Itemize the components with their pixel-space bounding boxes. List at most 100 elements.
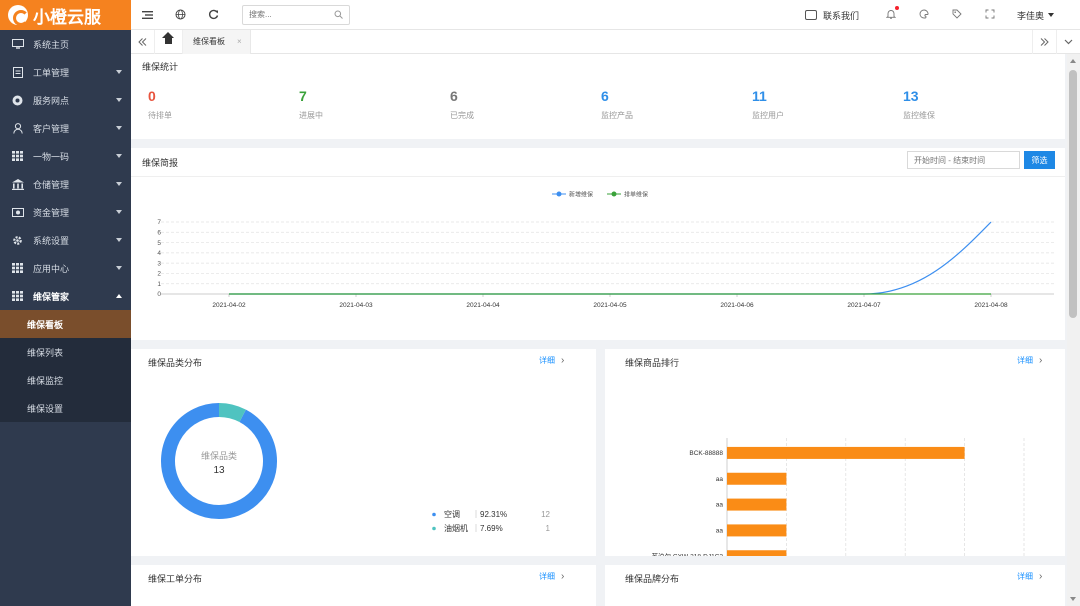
- stat-item[interactable]: 11 监控用户: [752, 88, 784, 121]
- y-category-label: BCK-88888: [689, 450, 723, 457]
- caret-down-icon: [116, 266, 122, 270]
- tab-menu-button[interactable]: [1056, 30, 1080, 54]
- bar[interactable]: [727, 472, 787, 485]
- pie-slice[interactable]: [161, 403, 277, 519]
- contact-us-button[interactable]: 联系我们: [804, 9, 859, 22]
- y-category-label: aa: [716, 502, 724, 509]
- submenu-item-settings[interactable]: 维保设置: [0, 394, 131, 422]
- stat-item[interactable]: 7 进展中: [299, 88, 323, 121]
- sidebar-item-finance[interactable]: 资金管理: [0, 198, 131, 226]
- user-name: 李佳奥: [1016, 10, 1044, 21]
- stat-value: 13: [903, 88, 919, 104]
- x-tick-label: 2021-04-04: [466, 302, 500, 309]
- ranking-panel: 维保商品排行 详细 › 012345BCK-88888aaaaaa苏泊尔 CXW…: [605, 349, 1065, 556]
- caret-down-icon: [116, 154, 122, 158]
- x-tick-label: 2021-04-03: [339, 302, 373, 309]
- legend-label: 排单维保: [624, 191, 648, 199]
- tab-label: 维保看板: [193, 37, 225, 46]
- chat-icon: [804, 10, 817, 20]
- scrollbar-thumb[interactable]: [1069, 70, 1077, 318]
- page-scrollbar[interactable]: [1067, 54, 1080, 606]
- category-panel: 维保品类分布 详细 › 维保品类 13 空调 92.31% 12 油烟机 7.69% 1: [131, 349, 596, 556]
- filter-button[interactable]: 筛选: [1024, 151, 1055, 169]
- bar[interactable]: [727, 524, 787, 537]
- globe-button[interactable]: [164, 0, 197, 30]
- tag-button[interactable]: [941, 9, 974, 22]
- stat-value: 7: [299, 88, 307, 104]
- top-bar: 联系我们 李佳奥: [131, 0, 1080, 30]
- workorder-detail-link[interactable]: 详细 ›: [539, 571, 564, 582]
- x-tick-label: 2021-04-06: [720, 302, 754, 309]
- scroll-up-arrow[interactable]: [1070, 59, 1076, 63]
- theme-button[interactable]: [908, 9, 941, 22]
- category-legend-row[interactable]: 空调 92.31% 12: [432, 509, 551, 519]
- home-icon: [162, 32, 174, 46]
- bar[interactable]: [727, 550, 787, 556]
- stat-item[interactable]: 6 已完成: [450, 88, 474, 121]
- donut-chart: 维保品类 13 空调 92.31% 12 油烟机 7.69% 1: [161, 403, 551, 533]
- user-menu[interactable]: 李佳奥: [1017, 9, 1054, 22]
- sidebar-item-settings[interactable]: 系统设置: [0, 226, 131, 254]
- search-icon[interactable]: [334, 10, 343, 19]
- sidebar-item-workorder[interactable]: 工单管理: [0, 58, 131, 86]
- menu-toggle-button[interactable]: [131, 0, 164, 30]
- y-category-label: 苏泊尔 CXW-218-DJ1C2: [652, 551, 724, 556]
- sidebar-item-home[interactable]: 系统主页: [0, 30, 131, 58]
- stat-value: 11: [752, 88, 767, 104]
- stat-item[interactable]: 13 监控维保: [903, 88, 935, 121]
- app-logo[interactable]: 小橙云服: [0, 0, 131, 30]
- sidebar-item-customer[interactable]: 客户管理: [0, 114, 131, 142]
- notification-dot: [894, 5, 899, 10]
- tab-maintenance-board[interactable]: 维保看板 ×: [183, 29, 251, 54]
- sidebar-item-service-point[interactable]: 服务网点: [0, 86, 131, 114]
- category-legend-row[interactable]: 油烟机 7.69% 1: [432, 523, 551, 533]
- caret-down-icon: [116, 182, 122, 186]
- date-range-input[interactable]: [907, 151, 1020, 169]
- sidebar-item-warehouse[interactable]: 仓储管理: [0, 170, 131, 198]
- stat-item[interactable]: 6 监控产品: [601, 88, 633, 121]
- menu-icon: [142, 10, 153, 19]
- legend-item[interactable]: 排单维保: [607, 191, 648, 199]
- sidebar-item-app-center[interactable]: 应用中心: [0, 254, 131, 282]
- pie-slice[interactable]: [218, 403, 246, 423]
- logo-icon: [8, 5, 29, 26]
- search-input[interactable]: [249, 10, 329, 19]
- sidebar: 小橙云服 系统主页工单管理 服务网点 客户管理 一物一码 仓储管理 资金管理 系统设置 应用中…: [0, 0, 131, 606]
- notification-button[interactable]: [875, 5, 908, 22]
- scroll-down-arrow[interactable]: [1070, 597, 1076, 601]
- bell-icon: [886, 9, 897, 19]
- bar[interactable]: [727, 498, 787, 511]
- home-tab[interactable]: [155, 29, 183, 54]
- submenu-item-board[interactable]: 维保看板: [0, 310, 131, 338]
- submenu-item-monitor[interactable]: 维保监控: [0, 366, 131, 394]
- stat-item[interactable]: 0 待排单: [148, 88, 172, 121]
- sidebar-item-label: 系统主页: [33, 39, 70, 50]
- submenu-item-list[interactable]: 维保列表: [0, 338, 131, 366]
- grid-icon: [11, 151, 24, 162]
- stat-label: 监控用户: [752, 111, 784, 120]
- grid-icon: [11, 291, 24, 302]
- legend-percent: 92.31%: [480, 510, 507, 519]
- tab-close-icon[interactable]: ×: [237, 37, 242, 46]
- stat-label: 监控维保: [903, 111, 935, 120]
- search-box[interactable]: [242, 4, 350, 25]
- stats-card: 维保统计 0 待排单 7 进展中 6 已完成 6 监控产品 11 监控用户 13 监控维保: [131, 54, 1065, 139]
- y-tick-label: 7: [157, 219, 161, 226]
- legend-item[interactable]: 新增维保: [552, 191, 593, 199]
- brand-detail-label: 详细: [1017, 572, 1033, 581]
- stat-label: 待排单: [148, 111, 172, 120]
- tab-scroll-left-button[interactable]: [131, 29, 155, 54]
- fullscreen-button[interactable]: [974, 9, 1007, 22]
- refresh-button[interactable]: [197, 0, 230, 30]
- bar[interactable]: [727, 446, 965, 459]
- stat-value: 6: [601, 88, 609, 104]
- document-icon: [11, 66, 24, 78]
- sidebar-item-maintenance[interactable]: 维保管家: [0, 282, 131, 310]
- line-series: [229, 221, 992, 295]
- y-category-label: aa: [716, 527, 724, 534]
- sidebar-item-code[interactable]: 一物一码: [0, 142, 131, 170]
- legend-count: 1: [546, 524, 551, 533]
- caret-up-icon: [116, 294, 122, 298]
- brand-detail-link[interactable]: 详细 ›: [1017, 571, 1042, 582]
- tab-scroll-right-button[interactable]: [1032, 30, 1056, 54]
